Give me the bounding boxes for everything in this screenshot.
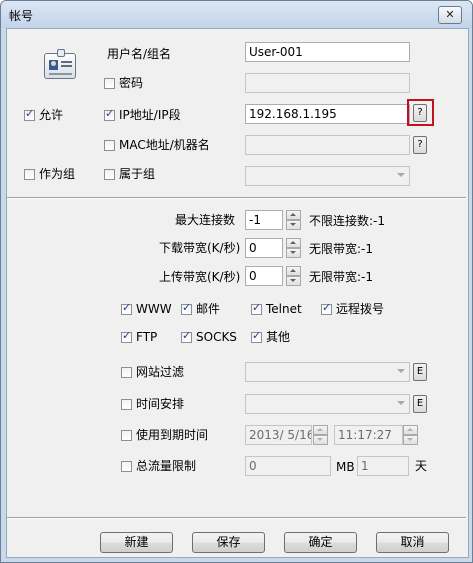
service-telnet-checkbox[interactable]: [251, 301, 262, 315]
service-other-label: 其他: [266, 330, 291, 344]
upload-input[interactable]: 0: [245, 266, 283, 286]
upload-spinner[interactable]: [286, 266, 301, 286]
expiry-label: 使用到期时间: [136, 428, 209, 442]
ip-checkbox[interactable]: [104, 107, 115, 121]
spin-down-icon[interactable]: [313, 435, 328, 445]
traffic-limit-checkbox[interactable]: [121, 461, 132, 472]
service-dialup-label: 远程拨号: [336, 302, 385, 316]
save-button[interactable]: 保存: [192, 532, 265, 553]
close-icon: ✕: [445, 8, 455, 21]
allow-label: 允许: [39, 108, 64, 122]
mac-input[interactable]: [245, 135, 410, 155]
as-group-checkbox[interactable]: [24, 169, 35, 180]
max-conn-spinner[interactable]: [286, 210, 301, 230]
service-ftp-label: FTP: [136, 330, 158, 344]
password-label: 密码: [119, 76, 144, 90]
site-filter-checkbox[interactable]: [121, 367, 132, 378]
cancel-button[interactable]: 取消: [376, 532, 449, 553]
ip-input[interactable]: 192.168.1.195: [245, 104, 410, 124]
schedule-select[interactable]: [245, 394, 410, 414]
download-hint: 无限带宽:-1: [309, 242, 374, 256]
mac-help-button[interactable]: ?: [413, 136, 427, 154]
allow-checkbox[interactable]: [24, 107, 35, 121]
spin-up-icon[interactable]: [403, 425, 418, 435]
spin-down-icon[interactable]: [403, 435, 418, 445]
max-conn-input[interactable]: -1: [245, 210, 283, 230]
user-card-icon: [44, 49, 76, 79]
spin-up-icon[interactable]: [286, 266, 301, 276]
as-group-label: 作为组: [39, 167, 76, 181]
service-telnet-label: Telnet: [266, 302, 302, 316]
username-input[interactable]: User-001: [245, 42, 410, 62]
download-label: 下载带宽(K/秒): [159, 241, 241, 255]
title-bar: 帐号 ✕: [1, 1, 472, 28]
expiry-checkbox[interactable]: [121, 430, 132, 441]
ok-button[interactable]: 确定: [284, 532, 357, 553]
expiry-time-input[interactable]: 11:17:27: [334, 425, 403, 445]
schedule-edit-button[interactable]: E: [413, 395, 427, 413]
upload-hint: 无限带宽:-1: [309, 270, 374, 284]
group-label: 属于组: [119, 167, 156, 181]
dialog-body: 允许 作为组 用户名/组名 User-001 密码 IP地址/IP段 192.1…: [6, 28, 469, 558]
traffic-unit-mb: MB: [336, 460, 355, 474]
site-filter-select[interactable]: [245, 362, 410, 382]
service-dialup-checkbox[interactable]: [321, 301, 332, 315]
divider: [7, 197, 466, 199]
mac-label: MAC地址/机器名: [119, 138, 210, 152]
upload-label: 上传带宽(K/秒): [159, 270, 241, 284]
expiry-time-spinner[interactable]: [403, 425, 418, 445]
max-conn-hint: 不限连接数:-1: [309, 214, 386, 228]
chevron-down-icon: [397, 401, 405, 405]
chevron-down-icon: [397, 173, 405, 177]
ip-label: IP地址/IP段: [119, 108, 181, 122]
service-socks-label: SOCKS: [196, 330, 237, 344]
spin-down-icon[interactable]: [286, 248, 301, 258]
service-mail-label: 邮件: [196, 302, 221, 316]
site-filter-edit-button[interactable]: E: [413, 363, 427, 381]
traffic-limit-label: 总流量限制: [136, 459, 197, 473]
schedule-checkbox[interactable]: [121, 399, 132, 410]
traffic-days-input[interactable]: 1: [357, 456, 409, 476]
spin-up-icon[interactable]: [286, 238, 301, 248]
group-select[interactable]: [245, 166, 410, 186]
schedule-label: 时间安排: [136, 397, 185, 411]
service-www-checkbox[interactable]: [121, 301, 132, 315]
chevron-down-icon: [397, 369, 405, 373]
expiry-date-input[interactable]: 2013/ 5/16: [245, 425, 312, 445]
site-filter-label: 网站过滤: [136, 365, 185, 379]
password-checkbox[interactable]: [104, 78, 115, 89]
mac-checkbox[interactable]: [104, 140, 115, 151]
button-divider: [7, 517, 466, 519]
username-label: 用户名/组名: [107, 47, 172, 61]
service-other-checkbox[interactable]: [251, 329, 262, 343]
traffic-unit-day: 天: [415, 459, 428, 473]
service-mail-checkbox[interactable]: [181, 301, 192, 315]
service-ftp-checkbox[interactable]: [121, 329, 132, 343]
spin-down-icon[interactable]: [286, 220, 301, 230]
download-spinner[interactable]: [286, 238, 301, 258]
max-conn-label: 最大连接数: [175, 213, 236, 227]
traffic-limit-input[interactable]: 0: [245, 456, 331, 476]
account-dialog: 帐号 ✕ 允许 作为组 用户名/组名 User-001 密码 IP地址/IP段 …: [0, 0, 473, 563]
download-input[interactable]: 0: [245, 238, 283, 258]
service-socks-checkbox[interactable]: [181, 329, 192, 343]
new-button[interactable]: 新建: [100, 532, 173, 553]
password-input[interactable]: [245, 73, 410, 93]
spin-up-icon[interactable]: [286, 210, 301, 220]
spin-up-icon[interactable]: [313, 425, 328, 435]
ip-help-button[interactable]: ?: [413, 104, 427, 122]
spin-down-icon[interactable]: [286, 276, 301, 286]
window-title: 帐号: [9, 9, 34, 23]
expiry-date-spinner[interactable]: [313, 425, 328, 445]
service-www-label: WWW: [136, 302, 172, 316]
close-button[interactable]: ✕: [438, 6, 462, 24]
group-checkbox[interactable]: [104, 169, 115, 180]
